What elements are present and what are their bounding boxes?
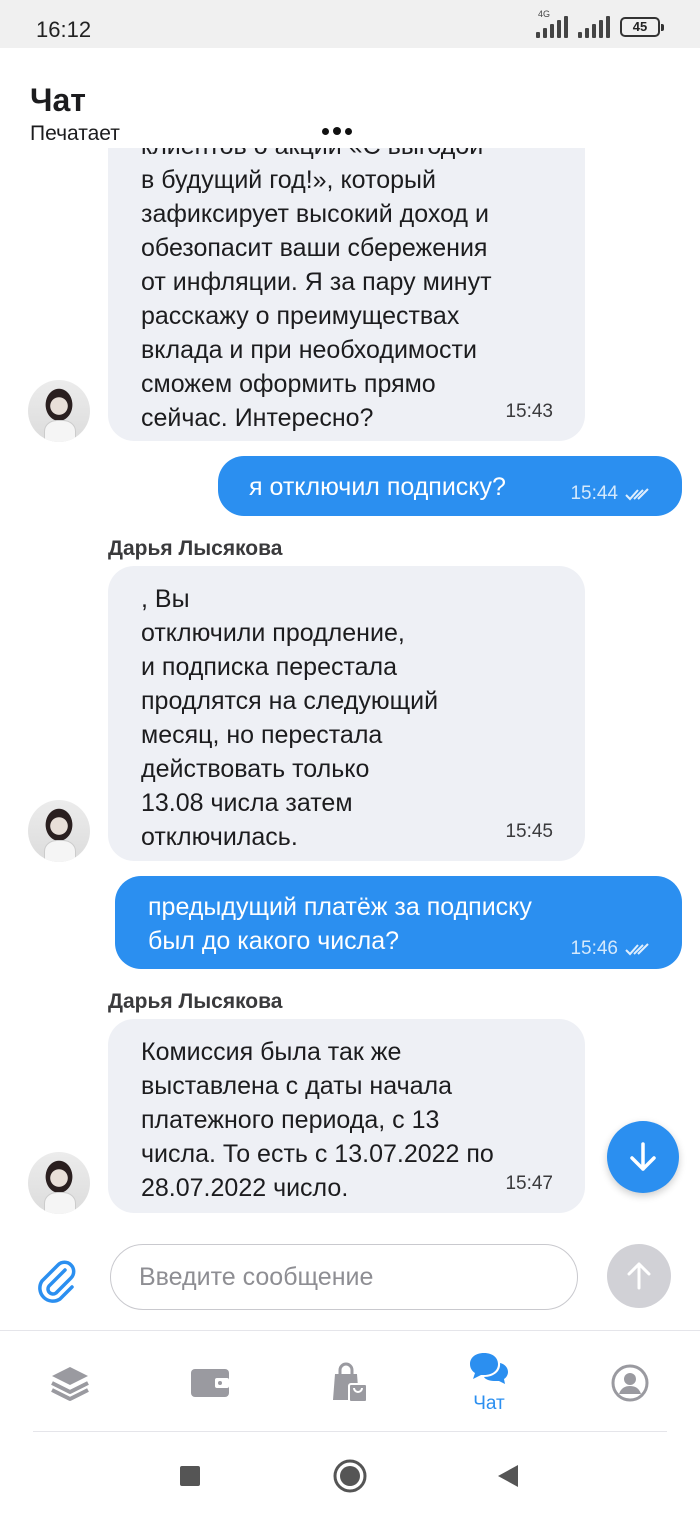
nav-item-payments[interactable] xyxy=(150,1331,270,1435)
incoming-message[interactable]: Комиссия была так же выставлена с даты н… xyxy=(108,1019,585,1213)
page-title: Чат xyxy=(30,82,86,118)
arrow-up-icon xyxy=(627,1262,651,1290)
double-check-icon xyxy=(625,488,649,501)
chat-bubbles-icon xyxy=(470,1353,508,1384)
message-composer xyxy=(0,1230,700,1330)
nav-label-chat: Чат xyxy=(473,1393,505,1414)
chat-header: Чат Печатает xyxy=(0,48,700,148)
home-circle-icon xyxy=(333,1459,367,1493)
shopping-bag-icon xyxy=(333,1362,368,1403)
sender-name: Дарья Лысякова xyxy=(108,537,283,560)
profile-icon xyxy=(611,1364,649,1402)
recent-apps-button[interactable] xyxy=(170,1456,210,1496)
message-text: , Вы отключили продление, и подписка пер… xyxy=(141,585,439,851)
message-time: 15:44 xyxy=(570,477,652,511)
square-icon xyxy=(180,1466,200,1486)
status-icons: 4G 45 xyxy=(536,9,664,38)
message-time-label: 15:46 xyxy=(570,938,618,959)
nav-item-chat[interactable]: Чат xyxy=(429,1331,549,1435)
layers-icon xyxy=(51,1367,89,1401)
battery-level: 45 xyxy=(632,19,648,34)
message-text: Комиссия была так же выставлена с даты н… xyxy=(141,1038,494,1202)
message-time: 15:43 xyxy=(505,401,553,422)
avatar[interactable] xyxy=(28,800,90,862)
message-time: 15:47 xyxy=(505,1173,553,1194)
signal-4g-icon: 4G xyxy=(536,9,568,38)
message-input[interactable] xyxy=(110,1244,578,1310)
nav-divider xyxy=(33,1431,667,1432)
message-time: 15:45 xyxy=(505,821,553,842)
back-button[interactable] xyxy=(488,1456,528,1496)
outgoing-message[interactable]: предыдущий платёж за подписку был до как… xyxy=(115,876,682,969)
avatar[interactable] xyxy=(28,380,90,442)
scroll-to-bottom-button[interactable] xyxy=(607,1121,679,1193)
battery-icon: 45 xyxy=(620,17,664,37)
outgoing-message[interactable]: я отключил подписку? 15:44 xyxy=(218,456,682,516)
home-button[interactable] xyxy=(330,1456,370,1496)
bottom-navigation: Чат xyxy=(0,1330,700,1434)
message-time-label: 15:44 xyxy=(570,483,618,504)
nav-item-profile[interactable] xyxy=(570,1331,690,1435)
back-triangle-icon xyxy=(498,1465,518,1487)
paperclip-icon xyxy=(38,1260,76,1303)
message-time: 15:46 xyxy=(570,932,652,966)
nav-item-products[interactable] xyxy=(10,1331,130,1435)
incoming-message[interactable]: , Вы отключили продление, и подписка пер… xyxy=(108,566,585,861)
typing-dots-icon xyxy=(322,127,352,135)
incoming-message[interactable]: клиентов о акции «С выгодой в будущий го… xyxy=(108,148,585,441)
message-list[interactable]: клиентов о акции «С выгодой в будущий го… xyxy=(0,148,700,1230)
wallet-icon xyxy=(191,1369,229,1397)
send-button[interactable] xyxy=(607,1244,671,1308)
attach-button[interactable] xyxy=(30,1254,82,1306)
status-time: 16:12 xyxy=(36,17,92,42)
arrow-down-icon xyxy=(630,1142,656,1171)
system-navigation xyxy=(0,1434,700,1517)
double-check-icon xyxy=(625,943,649,956)
status-bar: 16:12 4G 45 xyxy=(0,0,700,48)
typing-status: Печатает xyxy=(30,122,120,145)
network-type-label: 4G xyxy=(538,9,551,19)
nav-item-shop[interactable] xyxy=(290,1331,410,1435)
message-text: клиентов о акции «С выгодой в будущий го… xyxy=(141,148,492,432)
signal-icon xyxy=(578,16,610,38)
sender-name: Дарья Лысякова xyxy=(108,990,283,1013)
avatar[interactable] xyxy=(28,1152,90,1214)
